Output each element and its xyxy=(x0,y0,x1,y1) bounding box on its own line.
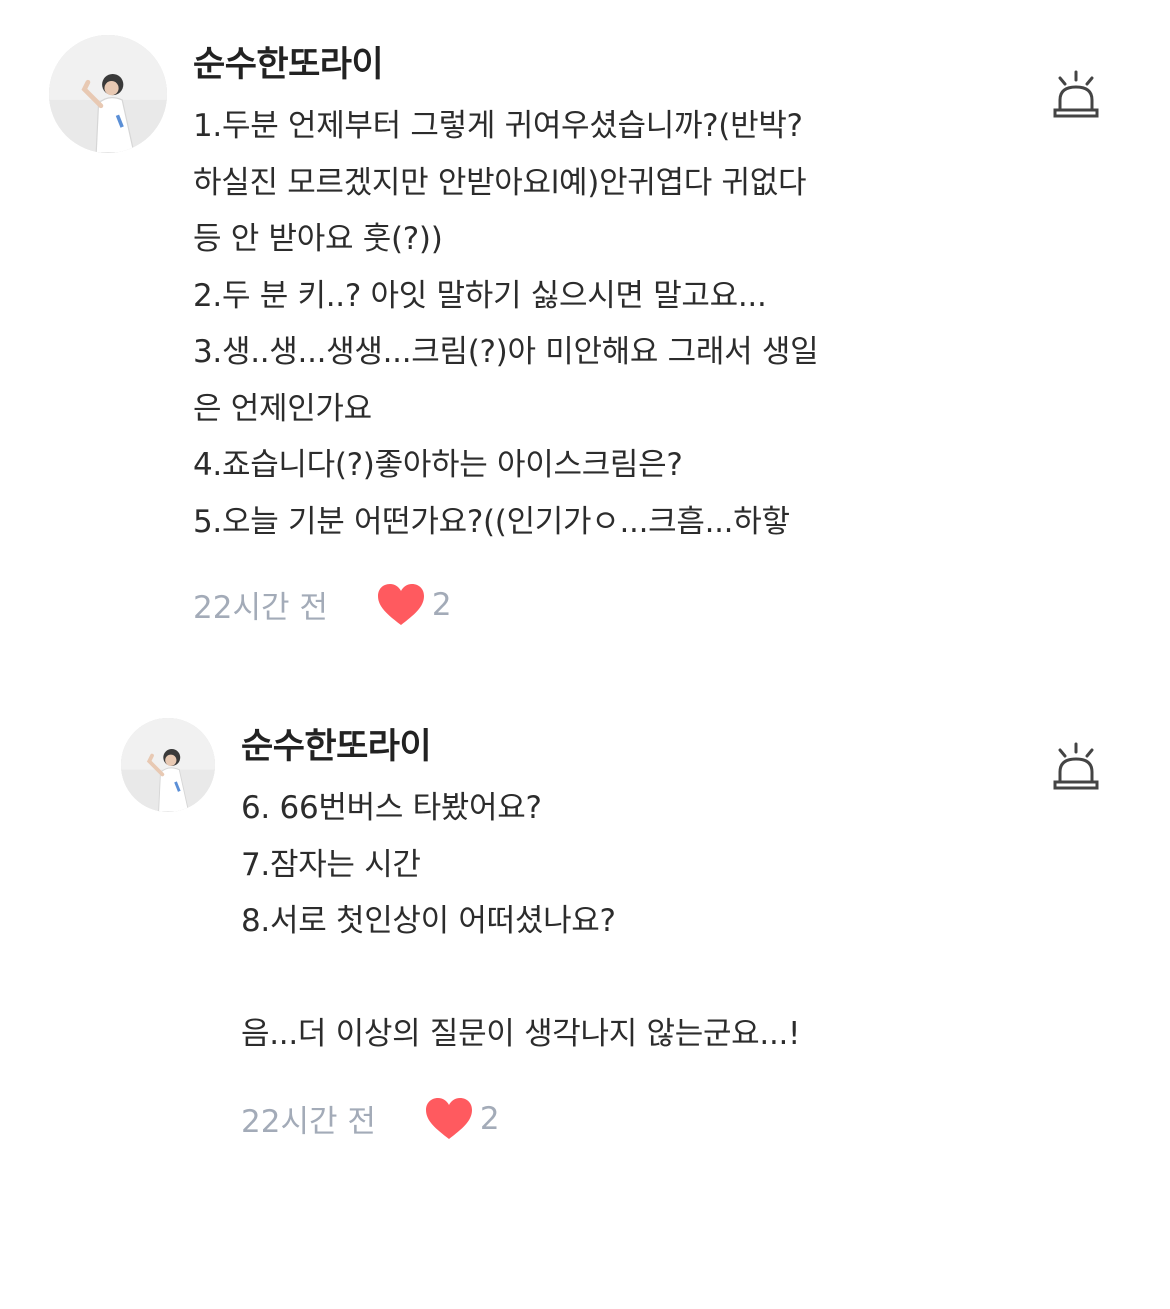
reply-item: 순수한또라이 6. 66번버스 타봤어요? 7.잠자는 시간 8.서로 첫인상이… xyxy=(0,700,1170,1180)
avatar[interactable] xyxy=(49,35,167,153)
avatar[interactable] xyxy=(121,718,215,812)
comment-line: 7.잠자는 시간 xyxy=(241,846,421,883)
comment-meta: 22시간 전 2 xyxy=(193,582,452,627)
siren-report-icon xyxy=(1053,742,1099,790)
comment-line: 1.두분 언제부터 그렇게 귀여우셨습니까?(반박? xyxy=(193,108,803,144)
comment-username[interactable]: 순수한또라이 xyxy=(193,36,384,87)
comment-meta: 22시간 전 2 xyxy=(241,1096,500,1141)
like-button[interactable]: 2 xyxy=(424,1097,500,1141)
comment-line: 등 안 받아요 훗(?)) xyxy=(193,221,443,257)
comment-list: 순수한또라이 1.두분 언제부터 그렇게 귀여우셨습니까?(반박? 하실진 모르… xyxy=(0,0,1170,1309)
comment-username[interactable]: 순수한또라이 xyxy=(241,718,432,769)
like-count: 2 xyxy=(479,1100,500,1137)
like-button[interactable]: 2 xyxy=(376,583,452,627)
comment-timestamp: 22시간 전 xyxy=(241,1104,376,1140)
comment-line: 6. 66번버스 타봤어요? xyxy=(241,790,542,826)
report-button[interactable] xyxy=(1052,742,1100,792)
like-count: 2 xyxy=(431,586,452,623)
comment-line: 2.두 분 키..? 아잇 말하기 싫으시면 말고요... xyxy=(193,277,767,314)
avatar-photo xyxy=(121,718,215,812)
heart-icon xyxy=(425,1097,472,1139)
heart-icon xyxy=(377,583,424,625)
comment-body: 6. 66번버스 타봤어요? 7.잠자는 시간 8.서로 첫인상이 어떠셨나요?… xyxy=(241,780,800,1063)
comment-line: 3.생..생...생생...크림(?)아 미안해요 그래서 생일 xyxy=(193,334,819,370)
comment-timestamp: 22시간 전 xyxy=(193,590,328,626)
comment-body: 1.두분 언제부터 그렇게 귀여우셨습니까?(반박? 하실진 모르겠지만 안받아… xyxy=(193,98,819,550)
comment-line: 음...더 이상의 질문이 생각나지 않는군요...! xyxy=(241,1016,801,1052)
report-button[interactable] xyxy=(1052,70,1100,120)
comment-line: 8.서로 첫인상이 어떠셨나요? xyxy=(241,903,616,939)
avatar-photo xyxy=(49,35,167,153)
comment-line: 은 언제인가요 xyxy=(193,390,372,427)
comment-line: 하실진 모르겠지만 안받아요l예)안귀엽다 귀없다 xyxy=(193,164,807,201)
comment-line: 5.오늘 기분 어떤가요?((인기가ㅇ...크흠...하핳 xyxy=(193,503,790,540)
comment-line xyxy=(241,950,800,1007)
siren-report-icon xyxy=(1053,70,1099,118)
comment-line: 4.죠습니다(?)좋아하는 아이스크림은? xyxy=(193,447,683,483)
comment-item: 순수한또라이 1.두분 언제부터 그렇게 귀여우셨습니까?(반박? 하실진 모르… xyxy=(0,0,1170,660)
